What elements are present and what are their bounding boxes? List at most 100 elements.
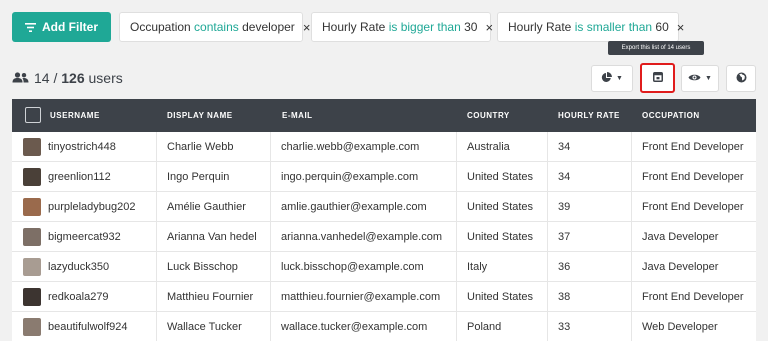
country-cell: United States: [456, 192, 547, 222]
avatar: [23, 258, 41, 276]
table-row[interactable]: purpleladybug202 Amélie Gauthier amlie.g…: [12, 192, 756, 222]
chart-dropdown-button[interactable]: ▼: [591, 65, 633, 92]
shown-count: 14: [34, 70, 50, 86]
country-cell: Italy: [456, 252, 547, 282]
username-cell[interactable]: tinyostrich448: [48, 141, 116, 153]
filter-chip-occupation[interactable]: Occupation contains developer ×: [119, 12, 310, 42]
add-filter-button[interactable]: Add Filter: [12, 12, 111, 42]
visibility-dropdown-button[interactable]: ▼: [681, 65, 719, 92]
occupation-cell: Front End Developer: [631, 162, 756, 192]
occupation-cell: Front End Developer: [631, 132, 756, 162]
export-button[interactable]: [640, 63, 675, 93]
table-row[interactable]: beautifulwolf924 Wallace Tucker wallace.…: [12, 312, 756, 341]
avatar: [23, 198, 41, 216]
remove-filter-icon[interactable]: ×: [677, 20, 685, 35]
email-cell: wallace.tucker@example.com: [270, 312, 456, 341]
filter-value: developer: [242, 20, 295, 34]
username-cell[interactable]: greenlion112: [48, 171, 111, 183]
email-cell: amlie.gauthier@example.com: [270, 192, 456, 222]
filter-operator: is smaller than: [574, 20, 653, 34]
email-cell: arianna.vanhedel@example.com: [270, 222, 456, 252]
filter-chip-hourly-rate-min[interactable]: Hourly Rate is bigger than 30 ×: [311, 12, 493, 42]
remove-filter-icon[interactable]: ×: [303, 20, 311, 35]
country-cell: Poland: [456, 312, 547, 341]
hourly-rate-cell: 34: [547, 132, 631, 162]
hourly-rate-cell: 39: [547, 192, 631, 222]
username-cell[interactable]: lazyduck350: [48, 261, 109, 273]
hourly-rate-cell: 37: [547, 222, 631, 252]
occupation-cell: Java Developer: [631, 222, 756, 252]
email-cell: charlie.webb@example.com: [270, 132, 456, 162]
count-noun: users: [88, 70, 123, 86]
display-name-cell: Arianna Van hedel: [156, 222, 270, 252]
filter-value: 60: [655, 20, 669, 34]
username-cell[interactable]: redkoala279: [48, 291, 109, 303]
avatar: [23, 168, 41, 186]
pie-chart-icon: [601, 72, 613, 85]
filter-field: Hourly Rate: [322, 20, 386, 34]
filter-operator: is bigger than: [388, 20, 461, 34]
select-all-checkbox[interactable]: [25, 107, 41, 123]
remove-filter-icon[interactable]: ×: [485, 20, 493, 35]
email-cell: luck.bisschop@example.com: [270, 252, 456, 282]
add-filter-label: Add Filter: [42, 20, 98, 34]
filter-chip-hourly-rate-max[interactable]: Hourly Rate is smaller than 60 ×: [497, 12, 684, 42]
export-icon: [652, 72, 663, 84]
email-cell: ingo.perquin@example.com: [270, 162, 456, 192]
display-name-cell: Luck Bisschop: [156, 252, 270, 282]
country-cell: United States: [456, 162, 547, 192]
occupation-cell: Web Developer: [631, 312, 756, 341]
display-name-cell: Amélie Gauthier: [156, 192, 270, 222]
column-header-display-name[interactable]: DISPLAY NAME: [167, 99, 233, 132]
hourly-rate-cell: 38: [547, 282, 631, 312]
table-row[interactable]: bigmeercat932 Arianna Van hedel arianna.…: [12, 222, 756, 252]
column-header-username[interactable]: USERNAME: [50, 99, 100, 132]
display-name-cell: Matthieu Fournier: [156, 282, 270, 312]
country-cell: Australia: [456, 132, 547, 162]
occupation-cell: Java Developer: [631, 252, 756, 282]
username-cell[interactable]: beautifulwolf924: [48, 321, 128, 333]
user-count: 14 / 126 users: [12, 68, 123, 88]
avatar: [23, 138, 41, 156]
table-row[interactable]: greenlion112 Ingo Perquin ingo.perquin@e…: [12, 162, 756, 192]
count-separator: /: [53, 70, 58, 86]
filter-icon: [25, 22, 36, 32]
display-name-cell: Wallace Tucker: [156, 312, 270, 341]
export-tooltip: Export this list of 14 users: [608, 41, 704, 55]
users-table: USERNAME DISPLAY NAME E-MAIL COUNTRY HOU…: [12, 99, 756, 341]
total-count: 126: [61, 70, 85, 86]
country-cell: United States: [456, 222, 547, 252]
username-cell[interactable]: bigmeercat932: [48, 231, 121, 243]
email-cell: matthieu.fournier@example.com: [270, 282, 456, 312]
filter-field: Hourly Rate: [508, 20, 572, 34]
occupation-cell: Front End Developer: [631, 282, 756, 312]
table-row[interactable]: redkoala279 Matthieu Fournier matthieu.f…: [12, 282, 756, 312]
column-header-occupation[interactable]: OCCUPATION: [642, 99, 700, 132]
filter-field: Occupation: [130, 20, 191, 34]
display-name-cell: Charlie Webb: [156, 132, 270, 162]
table-header: USERNAME DISPLAY NAME E-MAIL COUNTRY HOU…: [12, 99, 756, 132]
hourly-rate-cell: 36: [547, 252, 631, 282]
hourly-rate-cell: 34: [547, 162, 631, 192]
globe-button[interactable]: [726, 65, 756, 92]
table-row[interactable]: tinyostrich448 Charlie Webb charlie.webb…: [12, 132, 756, 162]
users-icon: [12, 70, 29, 86]
display-name-cell: Ingo Perquin: [156, 162, 270, 192]
avatar: [23, 318, 41, 336]
username-cell[interactable]: purpleladybug202: [48, 201, 135, 213]
globe-icon: [736, 72, 747, 85]
hourly-rate-cell: 33: [547, 312, 631, 341]
column-header-country[interactable]: COUNTRY: [467, 99, 510, 132]
filter-operator: contains: [194, 20, 239, 34]
avatar: [23, 288, 41, 306]
chevron-down-icon: ▼: [616, 75, 623, 82]
occupation-cell: Front End Developer: [631, 192, 756, 222]
column-header-email[interactable]: E-MAIL: [282, 99, 313, 132]
chevron-down-icon: ▼: [705, 75, 712, 82]
table-row[interactable]: lazyduck350 Luck Bisschop luck.bisschop@…: [12, 252, 756, 282]
avatar: [23, 228, 41, 246]
filter-value: 30: [464, 20, 478, 34]
column-header-hourly-rate[interactable]: HOURLY RATE: [558, 99, 620, 132]
country-cell: United States: [456, 282, 547, 312]
eye-icon: [688, 73, 701, 84]
